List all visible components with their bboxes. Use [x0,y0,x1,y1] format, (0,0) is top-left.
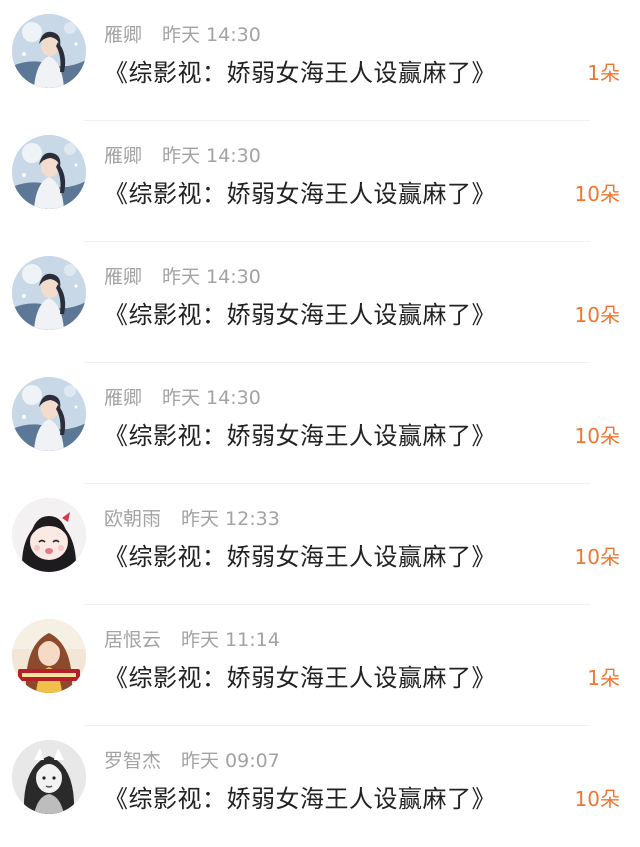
record-meta: 雁卿 昨天 14:30 [104,385,261,411]
sender-name[interactable]: 居恨云 [104,629,161,651]
gift-record-list: 雁卿 昨天 14:30 《综影视：娇弱女海王人设赢麻了》 1朵 雁卿 昨天 14:3… [0,0,640,839]
list-item[interactable]: 雁卿 昨天 14:30 《综影视：娇弱女海王人设赢麻了》 1朵 [0,0,640,121]
photo-girl-avatar-image [12,619,86,693]
book-title[interactable]: 《综影视：娇弱女海王人设赢麻了》 [104,419,496,453]
timestamp: 昨天 12:33 [181,508,280,530]
list-item[interactable]: 雁卿 昨天 14:30 《综影视：娇弱女海王人设赢麻了》 10朵 [0,121,640,242]
sender-name[interactable]: 雁卿 [104,387,142,409]
fairy-girl-avatar-image [12,256,86,330]
book-title[interactable]: 《综影视：娇弱女海王人设赢麻了》 [104,177,496,211]
timestamp: 昨天 09:07 [181,750,280,772]
timestamp: 昨天 11:14 [181,629,280,651]
gift-count: 10朵 [574,182,620,206]
fairy-girl-avatar-image [12,135,86,209]
fairy-girl-avatar-image [12,14,86,88]
sender-name[interactable]: 雁卿 [104,24,142,46]
anime-girl-avatar-image [12,498,86,572]
record-meta: 雁卿 昨天 14:30 [104,143,261,169]
gift-count: 1朵 [587,666,620,690]
gift-count: 10朵 [574,303,620,327]
timestamp: 昨天 14:30 [162,24,261,46]
avatar[interactable] [12,256,86,330]
timestamp: 昨天 14:30 [162,266,261,288]
fairy-girl-avatar-image [12,377,86,451]
book-title[interactable]: 《综影视：娇弱女海王人设赢麻了》 [104,540,496,574]
timestamp: 昨天 14:30 [162,387,261,409]
avatar[interactable] [12,14,86,88]
gift-count: 10朵 [574,424,620,448]
gift-count: 1朵 [587,61,620,85]
list-item[interactable]: 居恨云 昨天 11:14 《综影视：娇弱女海王人设赢麻了》 1朵 [0,605,640,726]
sender-name[interactable]: 欧朝雨 [104,508,161,530]
record-meta: 雁卿 昨天 14:30 [104,264,261,290]
book-title[interactable]: 《综影视：娇弱女海王人设赢麻了》 [104,661,496,695]
avatar[interactable] [12,619,86,693]
avatar[interactable] [12,377,86,451]
book-title[interactable]: 《综影视：娇弱女海王人设赢麻了》 [104,298,496,332]
record-meta: 欧朝雨 昨天 12:33 [104,506,280,532]
timestamp: 昨天 14:30 [162,145,261,167]
record-meta: 居恨云 昨天 11:14 [104,627,280,653]
list-item[interactable]: 雁卿 昨天 14:30 《综影视：娇弱女海王人设赢麻了》 10朵 [0,363,640,484]
gift-count: 10朵 [574,787,620,811]
avatar[interactable] [12,135,86,209]
sender-name[interactable]: 雁卿 [104,266,142,288]
gift-count: 10朵 [574,545,620,569]
record-meta: 罗智杰 昨天 09:07 [104,748,280,774]
record-meta: 雁卿 昨天 14:30 [104,22,261,48]
sender-name[interactable]: 罗智杰 [104,750,161,772]
list-item[interactable]: 欧朝雨 昨天 12:33 《综影视：娇弱女海王人设赢麻了》 10朵 [0,484,640,605]
list-item[interactable]: 罗智杰 昨天 09:07 《综影视：娇弱女海王人设赢麻了》 10朵 [0,726,640,847]
avatar[interactable] [12,740,86,814]
book-title[interactable]: 《综影视：娇弱女海王人设赢麻了》 [104,782,496,816]
avatar[interactable] [12,498,86,572]
list-item[interactable]: 雁卿 昨天 14:30 《综影视：娇弱女海王人设赢麻了》 10朵 [0,242,640,363]
bw-girl-avatar-image [12,740,86,814]
book-title[interactable]: 《综影视：娇弱女海王人设赢麻了》 [104,56,496,90]
sender-name[interactable]: 雁卿 [104,145,142,167]
